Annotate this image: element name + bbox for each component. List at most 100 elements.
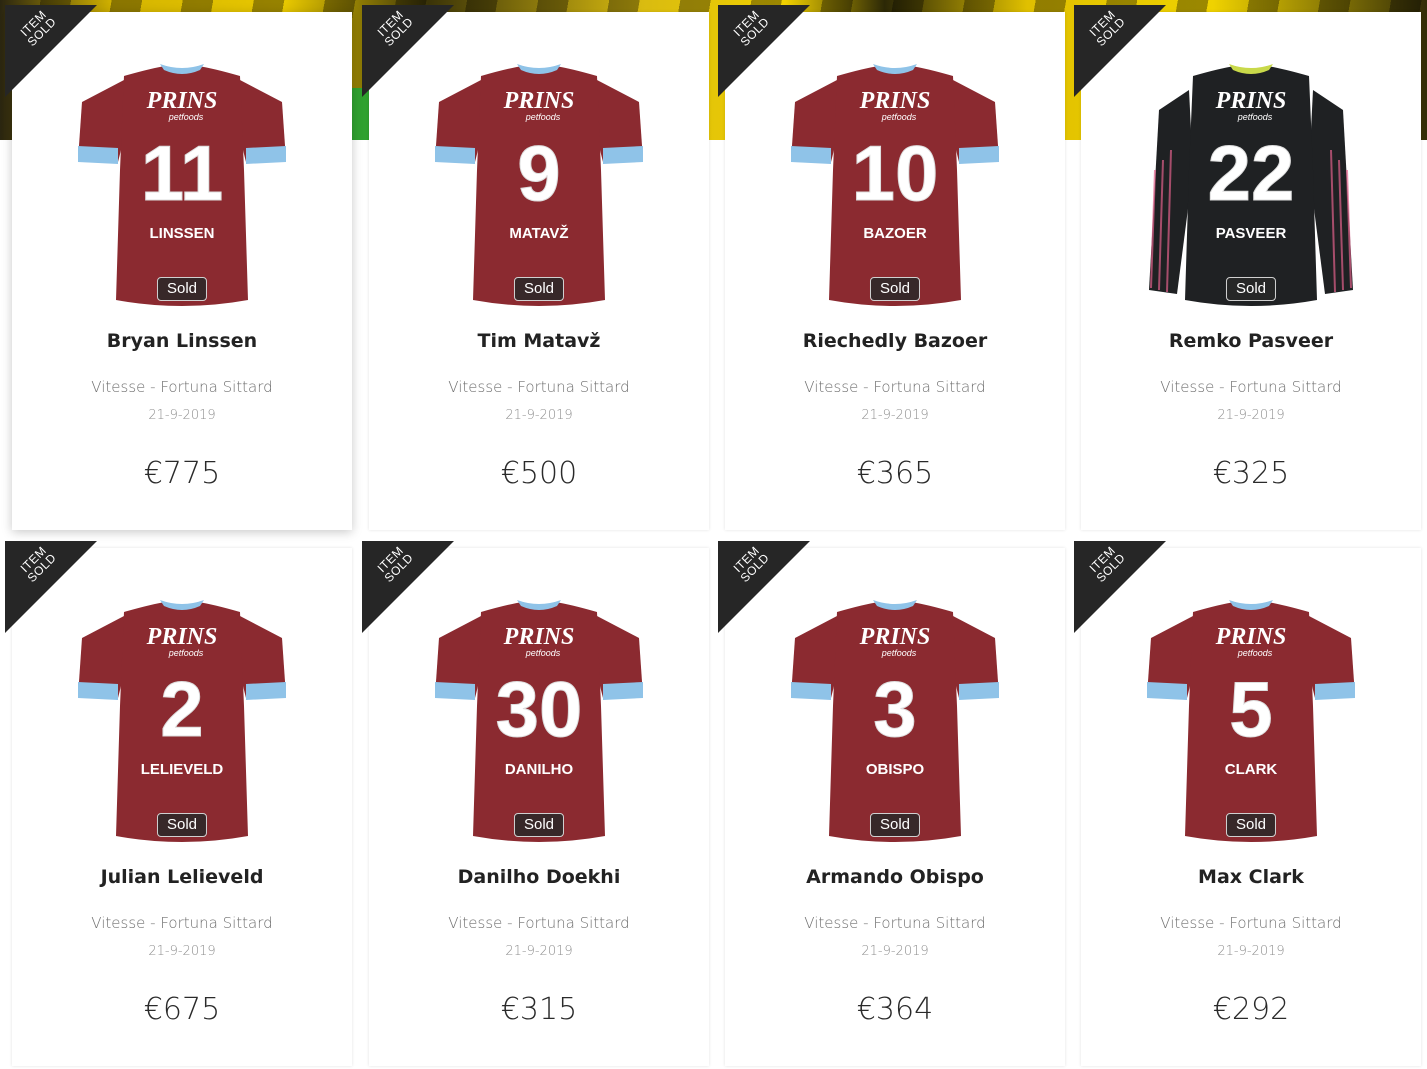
svg-text:PRINS: PRINS (1215, 624, 1287, 650)
price: €364 (856, 992, 934, 1027)
svg-text:3: 3 (873, 665, 916, 753)
shirt-image: PRINS petfoods 10 BAZOER (791, 64, 999, 306)
player-name[interactable]: Remko Pasveer (1081, 330, 1421, 352)
match-label: Vitesse - Fortuna Sittard (91, 378, 273, 396)
price: €325 (1212, 456, 1290, 491)
svg-text:11: 11 (141, 129, 223, 217)
sold-badge: Sold (156, 813, 208, 837)
match-label: Vitesse - Fortuna Sittard (448, 378, 630, 396)
player-name[interactable]: Max Clark (1081, 866, 1421, 888)
match-date: 21-9-2019 (1217, 944, 1285, 959)
sold-badge: Sold (513, 277, 565, 301)
match-date: 21-9-2019 (505, 408, 573, 423)
svg-text:PRINS: PRINS (859, 624, 931, 650)
shirt-image: PRINS petfoods 2 LELIEVELD (78, 600, 286, 842)
svg-text:petfoods: petfoods (881, 648, 917, 658)
price: €675 (143, 992, 221, 1027)
match-date: 21-9-2019 (861, 944, 929, 959)
product-card[interactable]: ITEM SOLD PRINS petfoods 11 LINSSEN Sold… (5, 5, 352, 530)
price: €292 (1212, 992, 1290, 1027)
svg-text:LINSSEN: LINSSEN (149, 225, 214, 242)
svg-text:PRINS: PRINS (1215, 88, 1287, 114)
svg-text:PRINS: PRINS (503, 624, 575, 650)
shirt-image: PRINS petfoods 30 DANILHO (435, 600, 643, 842)
sold-badge: Sold (513, 813, 565, 837)
svg-text:PRINS: PRINS (146, 88, 218, 114)
match-date: 21-9-2019 (505, 944, 573, 959)
ribbon-label: ITEM SOLD (1077, 5, 1136, 57)
ribbon-label: ITEM SOLD (721, 5, 780, 57)
match-date: 21-9-2019 (148, 408, 216, 423)
svg-text:MATAVŽ: MATAVŽ (509, 224, 568, 242)
svg-text:OBISPO: OBISPO (866, 761, 925, 778)
svg-text:petfoods: petfoods (168, 112, 204, 122)
product-card[interactable]: ITEM SOLD PRINS petfoods 5 CLARK Sold Ma… (1074, 541, 1421, 1066)
svg-text:petfoods: petfoods (525, 648, 561, 658)
svg-text:9: 9 (517, 129, 560, 217)
match-label: Vitesse - Fortuna Sittard (804, 378, 986, 396)
shirt-image: PRINS petfoods 9 MATAVŽ (435, 64, 643, 306)
shirt-thumbnail[interactable]: PRINS petfoods 30 DANILHO (429, 586, 649, 846)
shirt-image: PRINS petfoods 11 LINSSEN (78, 64, 286, 306)
svg-text:petfoods: petfoods (881, 112, 917, 122)
ribbon-label: ITEM SOLD (365, 5, 424, 57)
shirt-thumbnail[interactable]: PRINS petfoods 11 LINSSEN (72, 50, 292, 310)
ribbon-label: ITEM SOLD (8, 5, 67, 57)
shirt-thumbnail[interactable]: PRINS petfoods 5 CLARK (1141, 586, 1361, 846)
ribbon-label: ITEM SOLD (1077, 541, 1136, 593)
product-card[interactable]: ITEM SOLD PRINS petfoods 9 MATAVŽ Sold T… (362, 5, 709, 530)
match-label: Vitesse - Fortuna Sittard (91, 914, 273, 932)
product-card[interactable]: ITEM SOLD PRINS petfoods 22 PASVEER Sold… (1074, 5, 1421, 530)
price: €500 (500, 456, 578, 491)
ribbon-label: ITEM SOLD (365, 541, 424, 593)
shirt-image: PRINS petfoods 3 OBISPO (791, 600, 999, 842)
shirt-image: PRINS petfoods 22 PASVEER (1149, 64, 1353, 306)
price: €775 (143, 456, 221, 491)
ribbon-label: ITEM SOLD (721, 541, 780, 593)
svg-text:LELIEVELD: LELIEVELD (141, 761, 224, 778)
player-name[interactable]: Danilho Doekhi (369, 866, 709, 888)
ribbon-label: ITEM SOLD (8, 541, 67, 593)
match-label: Vitesse - Fortuna Sittard (1160, 378, 1342, 396)
svg-text:PASVEER: PASVEER (1216, 225, 1287, 242)
match-date: 21-9-2019 (1217, 408, 1285, 423)
player-name[interactable]: Bryan Linssen (12, 330, 352, 352)
svg-text:PRINS: PRINS (503, 88, 575, 114)
svg-text:2: 2 (160, 665, 203, 753)
sold-badge: Sold (869, 813, 921, 837)
svg-text:PRINS: PRINS (859, 88, 931, 114)
price: €365 (856, 456, 934, 491)
product-card[interactable]: ITEM SOLD PRINS petfoods 30 DANILHO Sold… (362, 541, 709, 1066)
svg-text:DANILHO: DANILHO (505, 761, 574, 778)
svg-text:petfoods: petfoods (525, 112, 561, 122)
shirt-thumbnail[interactable]: PRINS petfoods 22 PASVEER (1141, 50, 1361, 310)
svg-text:PRINS: PRINS (146, 624, 218, 650)
shirt-thumbnail[interactable]: PRINS petfoods 9 MATAVŽ (429, 50, 649, 310)
svg-text:5: 5 (1229, 665, 1272, 753)
sold-badge: Sold (1225, 813, 1277, 837)
player-name[interactable]: Armando Obispo (725, 866, 1065, 888)
product-card[interactable]: ITEM SOLD PRINS petfoods 2 LELIEVELD Sol… (5, 541, 352, 1066)
match-date: 21-9-2019 (148, 944, 216, 959)
svg-text:10: 10 (852, 129, 939, 217)
match-label: Vitesse - Fortuna Sittard (448, 914, 630, 932)
match-label: Vitesse - Fortuna Sittard (804, 914, 986, 932)
shirt-thumbnail[interactable]: PRINS petfoods 3 OBISPO (785, 586, 1005, 846)
price: €315 (500, 992, 578, 1027)
sold-badge: Sold (1225, 277, 1277, 301)
auction-items-grid: ITEM SOLD PRINS petfoods 11 LINSSEN Sold… (0, 0, 1427, 1069)
player-name[interactable]: Julian Lelieveld (12, 866, 352, 888)
sold-badge: Sold (156, 277, 208, 301)
shirt-image: PRINS petfoods 5 CLARK (1147, 600, 1355, 842)
shirt-thumbnail[interactable]: PRINS petfoods 2 LELIEVELD (72, 586, 292, 846)
svg-text:22: 22 (1208, 129, 1295, 217)
match-label: Vitesse - Fortuna Sittard (1160, 914, 1342, 932)
product-card[interactable]: ITEM SOLD PRINS petfoods 10 BAZOER Sold … (718, 5, 1065, 530)
player-name[interactable]: Riechedly Bazoer (725, 330, 1065, 352)
player-name[interactable]: Tim Matavž (369, 330, 709, 352)
product-card[interactable]: ITEM SOLD PRINS petfoods 3 OBISPO Sold A… (718, 541, 1065, 1066)
svg-text:petfoods: petfoods (168, 648, 204, 658)
svg-text:CLARK: CLARK (1225, 761, 1278, 778)
svg-text:BAZOER: BAZOER (863, 225, 927, 242)
shirt-thumbnail[interactable]: PRINS petfoods 10 BAZOER (785, 50, 1005, 310)
